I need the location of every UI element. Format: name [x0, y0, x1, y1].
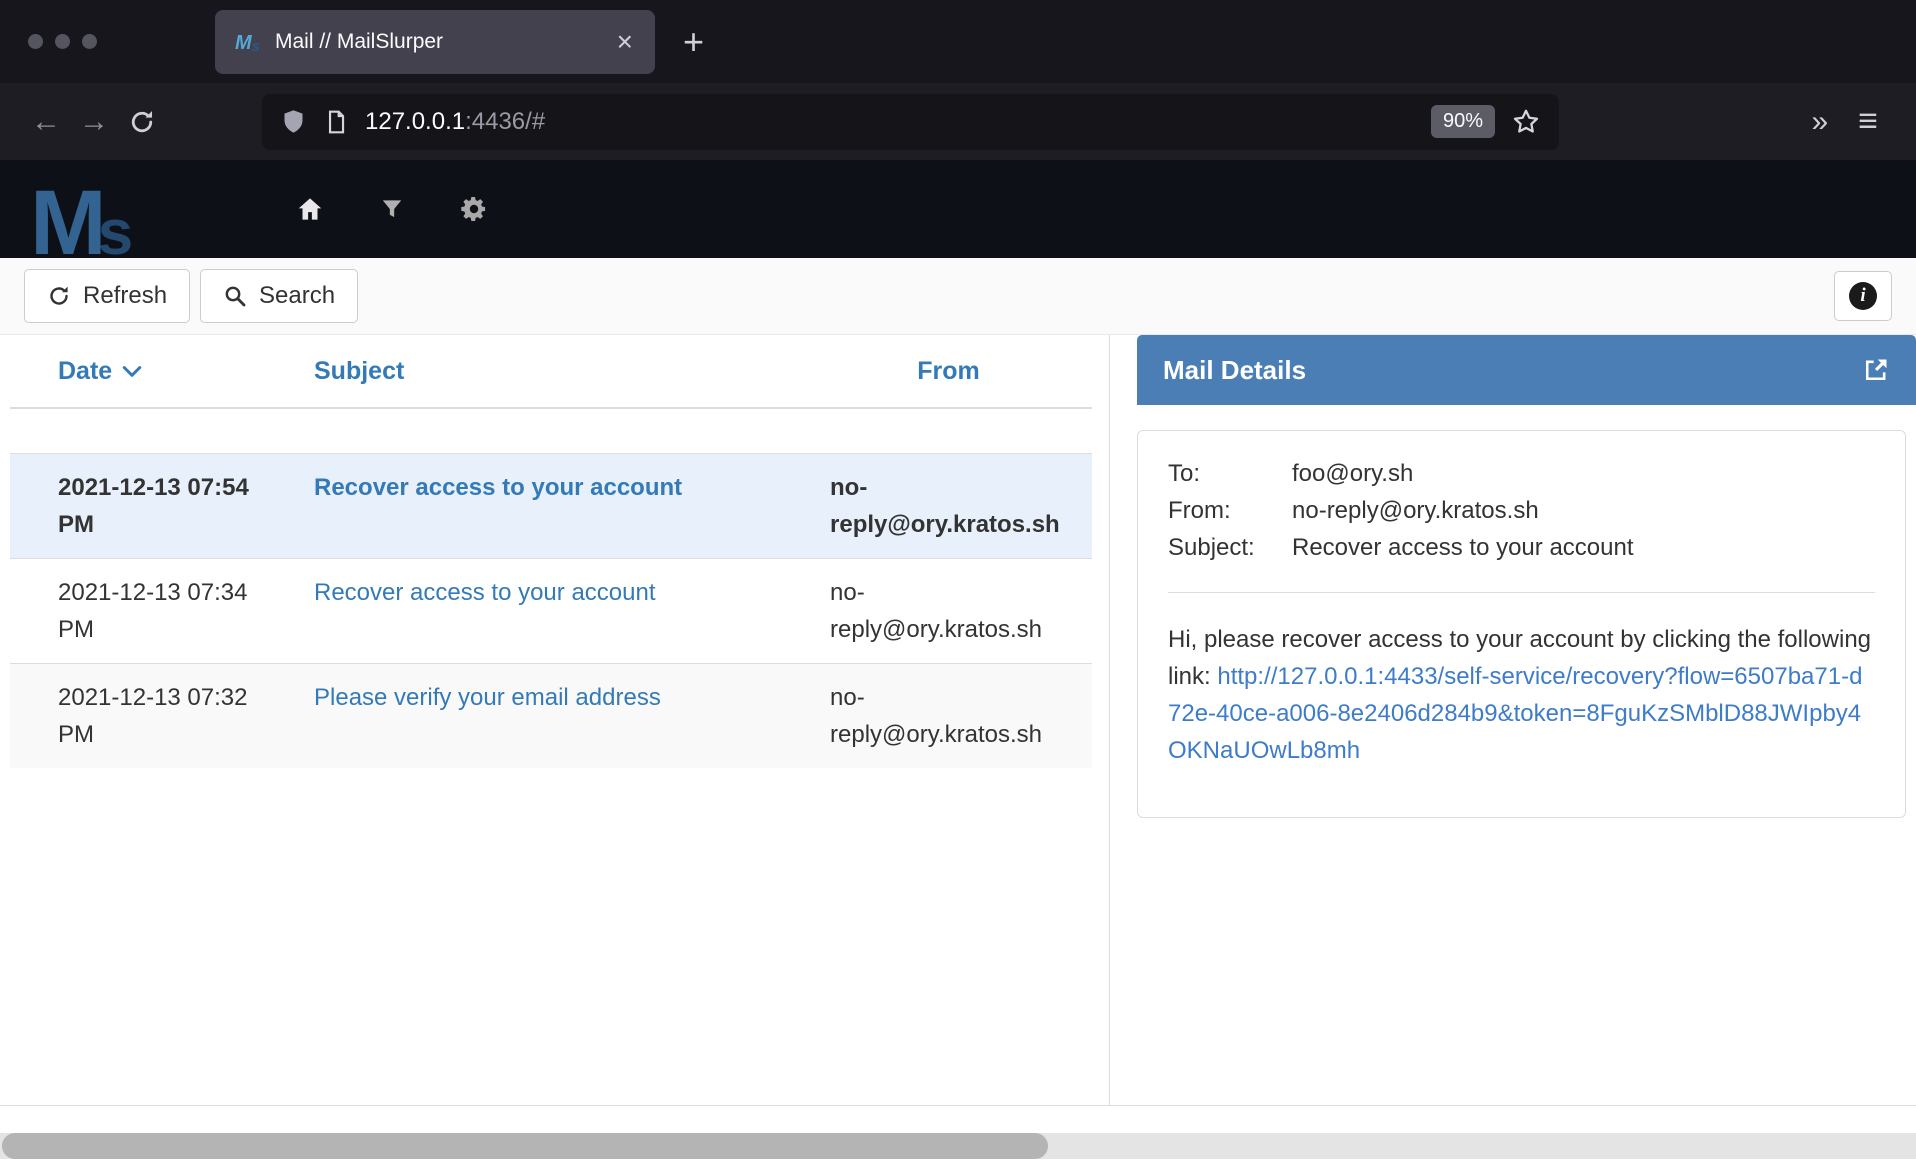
browser-tab[interactable]: Ms Mail // MailSlurper × [215, 10, 655, 74]
refresh-icon [47, 284, 71, 308]
subject-value: Recover access to your account [1292, 529, 1875, 566]
shield-permissions-icon[interactable] [280, 108, 307, 135]
table-spacer-row [10, 408, 1092, 454]
column-header-subject[interactable]: Subject [300, 335, 805, 408]
back-button[interactable]: ← [22, 98, 70, 146]
column-header-from[interactable]: From [805, 335, 1092, 408]
window-minimize-button[interactable] [55, 34, 70, 49]
mail-table-header-row: Date Subject From [10, 335, 1092, 408]
detail-to-row: To: foo@ory.sh [1168, 455, 1875, 492]
main-content: Date Subject From 2021-12-13 07:54 PM Re… [0, 335, 1916, 1106]
window-close-button[interactable] [28, 34, 43, 49]
search-icon [223, 284, 247, 308]
mail-subject-link[interactable]: Please verify your email address [300, 664, 805, 769]
detail-subject-row: Subject: Recover access to your account [1168, 529, 1875, 566]
tab-close-icon[interactable]: × [615, 28, 635, 56]
column-header-date[interactable]: Date [10, 335, 300, 408]
mail-from: no-reply@ory.kratos.sh [805, 559, 1092, 664]
home-icon[interactable] [295, 194, 325, 224]
mail-row[interactable]: 2021-12-13 07:34 PM Recover access to yo… [10, 559, 1092, 664]
info-button[interactable]: i [1834, 271, 1892, 321]
mail-subject-link[interactable]: Recover access to your account [300, 454, 805, 559]
reload-button[interactable] [118, 98, 166, 146]
settings-gear-icon[interactable] [459, 194, 489, 224]
horizontal-scrollbar-track[interactable] [0, 1133, 1916, 1159]
mailslurper-logo: M s [30, 187, 225, 258]
recovery-link[interactable]: http://127.0.0.1:4433/self-service/recov… [1168, 663, 1862, 764]
detail-from-row: From: no-reply@ory.kratos.sh [1168, 492, 1875, 529]
mail-table: Date Subject From 2021-12-13 07:54 PM Re… [10, 335, 1092, 768]
refresh-label: Refresh [83, 282, 167, 310]
from-value: no-reply@ory.kratos.sh [1292, 492, 1875, 529]
mail-date: 2021-12-13 07:34 PM [10, 559, 300, 664]
browser-tab-bar: Ms Mail // MailSlurper × + [0, 0, 1916, 83]
mail-from: no-reply@ory.kratos.sh [805, 664, 1092, 769]
screen: Ms Mail // MailSlurper × + ← → 127.0.0.1… [0, 0, 1916, 1170]
browser-nav-bar: ← → 127.0.0.1:4436/# 90% » ≡ [0, 83, 1916, 160]
search-button[interactable]: Search [200, 269, 358, 323]
card-divider [1168, 592, 1875, 593]
mail-details-title: Mail Details [1163, 355, 1306, 386]
app-header: M s [0, 160, 1916, 258]
mail-body: Hi, please recover access to your accoun… [1168, 621, 1875, 769]
zoom-level-badge[interactable]: 90% [1431, 105, 1495, 138]
mail-details-card: To: foo@ory.sh From: no-reply@ory.kratos… [1137, 430, 1906, 818]
to-value: foo@ory.sh [1292, 455, 1875, 492]
forward-button[interactable]: → [70, 98, 118, 146]
to-label: To: [1168, 455, 1292, 492]
mail-row[interactable]: 2021-12-13 07:54 PM Recover access to yo… [10, 454, 1092, 559]
page-info-icon[interactable] [323, 109, 349, 135]
new-tab-button[interactable]: + [683, 24, 704, 60]
subject-label: Subject: [1168, 529, 1292, 566]
open-in-new-window-icon[interactable] [1862, 356, 1890, 384]
overflow-menu-button[interactable]: » [1797, 105, 1842, 139]
horizontal-scrollbar-thumb[interactable] [2, 1133, 1048, 1159]
mail-subject-link[interactable]: Recover access to your account [300, 559, 805, 664]
tab-title: Mail // MailSlurper [275, 30, 615, 54]
toolbar: Refresh Search i [0, 258, 1916, 335]
mail-date: 2021-12-13 07:32 PM [10, 664, 300, 769]
refresh-button[interactable]: Refresh [24, 269, 190, 323]
bookmark-star-icon[interactable] [1511, 107, 1541, 137]
mail-date: 2021-12-13 07:54 PM [10, 454, 300, 559]
mailslurper-favicon-icon: Ms [235, 29, 261, 55]
mail-from: no-reply@ory.kratos.sh [805, 454, 1092, 559]
window-maximize-button[interactable] [82, 34, 97, 49]
filter-icon[interactable] [377, 194, 407, 224]
mail-row[interactable]: 2021-12-13 07:32 PM Please verify your e… [10, 664, 1092, 769]
hamburger-menu-button[interactable]: ≡ [1842, 102, 1894, 141]
info-icon: i [1849, 282, 1877, 310]
mail-details-panel: Mail Details To: foo@ory.sh From: no-rep… [1110, 335, 1916, 1105]
from-label: From: [1168, 492, 1292, 529]
url-bar[interactable]: 127.0.0.1:4436/# 90% [262, 94, 1559, 150]
mail-details-header: Mail Details [1137, 335, 1916, 405]
url-text: 127.0.0.1:4436/# [365, 108, 1415, 136]
mail-list-panel: Date Subject From 2021-12-13 07:54 PM Re… [0, 335, 1110, 1105]
app-nav [295, 194, 489, 224]
search-label: Search [259, 282, 335, 310]
sort-chevron-down-icon [122, 365, 142, 379]
window-controls[interactable] [0, 34, 125, 49]
reload-icon [128, 108, 156, 136]
